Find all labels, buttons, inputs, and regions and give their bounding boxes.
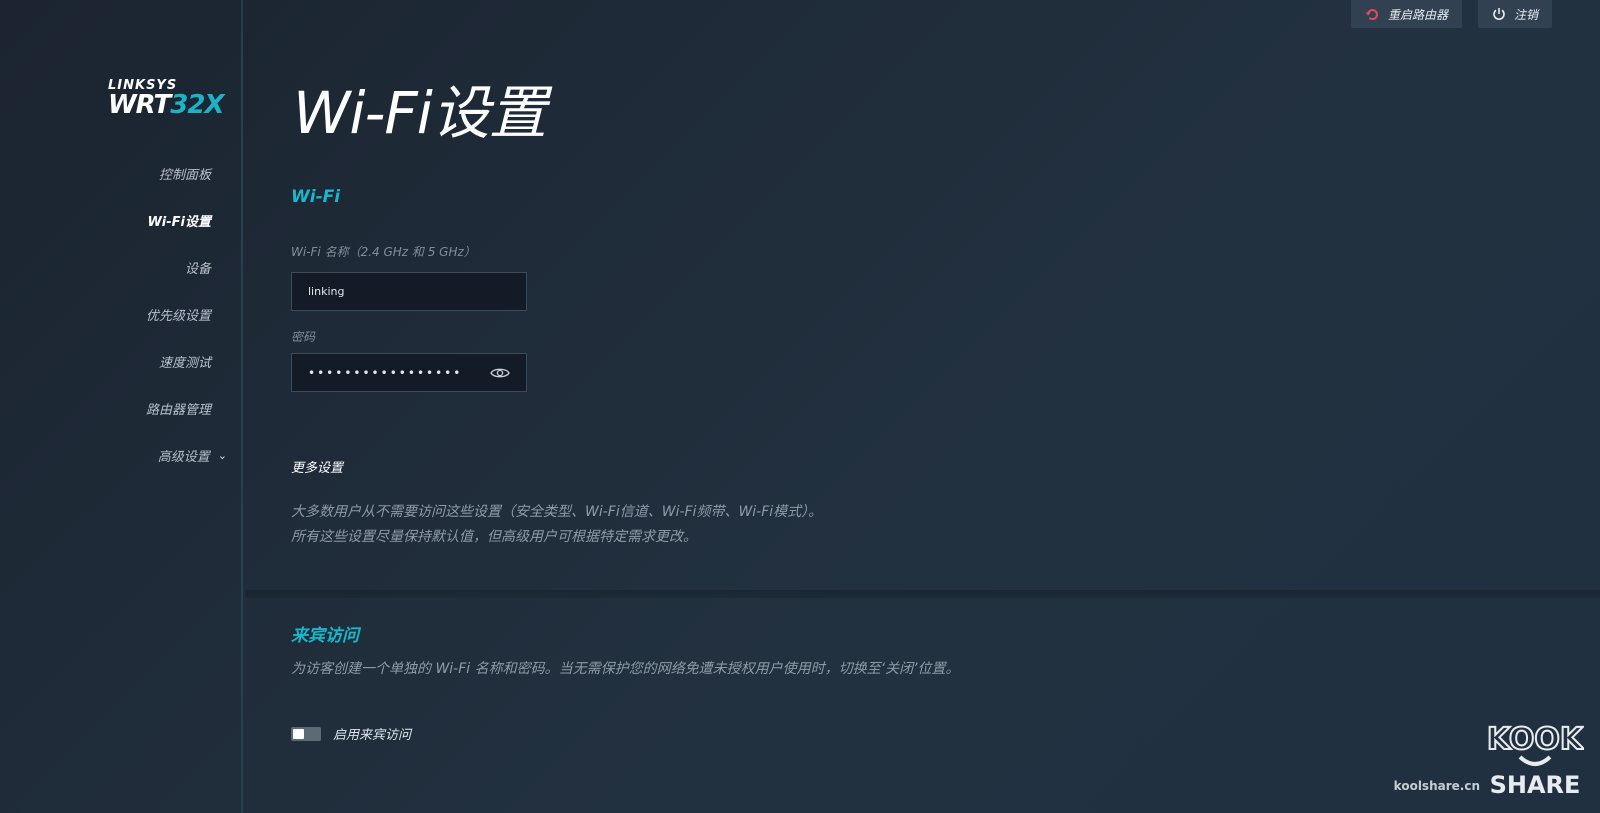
watermark-logo-bottom: SHARE [1490, 771, 1581, 799]
guest-access-title: 来宾访问 [291, 626, 359, 646]
sidebar-item-speed-test[interactable]: 速度测试 [11, 338, 211, 385]
chevron-down-icon: ⌄ [217, 449, 227, 462]
password-label: 密码 [291, 330, 316, 344]
password-field[interactable]: ••••••••••••••••• [291, 353, 527, 392]
guest-access-toggle-label: 启用来宾访问 [333, 728, 412, 743]
sidebar-item-router-admin[interactable]: 路由器管理 [11, 385, 211, 432]
sidebar-item-label: 速度测试 [158, 356, 211, 371]
guest-access-toggle-row: 启用来宾访问 [291, 724, 411, 743]
sidebar-item-devices[interactable]: 设备 [11, 244, 211, 291]
guest-access-description: 为访客创建一个单独的 Wi-Fi 名称和密码。当无需保护您的网络免遭未授权用户使… [291, 661, 960, 677]
top-actions: 重启路由器 注销 [1350, 0, 1552, 28]
wifi-name-label: Wi-Fi 名称（2.4 GHz 和 5 GHz） [291, 245, 476, 259]
eye-icon[interactable] [490, 366, 510, 380]
more-settings-desc-line1: 大多数用户从不需要访问这些设置（安全类型、Wi-Fi信道、Wi-Fi频带、Wi-… [291, 504, 823, 520]
sidebar-item-label: 优先级设置 [145, 309, 211, 324]
restart-router-button[interactable]: 重启路由器 [1350, 0, 1462, 28]
sidebar-item-priority[interactable]: 优先级设置 [11, 291, 211, 338]
more-settings-link[interactable]: 更多设置 [291, 457, 343, 476]
restart-router-label: 重启路由器 [1387, 7, 1448, 22]
sidebar-item-advanced[interactable]: 高级设置 ⌄ [11, 432, 227, 479]
restart-icon [1365, 8, 1380, 21]
sidebar-item-wifi-settings[interactable]: Wi-Fi设置 [11, 197, 211, 244]
linksys-logo: LINKSYS WRT32X [108, 78, 225, 120]
sidebar: LINKSYS WRT32X 控制面板 Wi-Fi设置 设备 优先级设置 速度测… [0, 0, 243, 813]
sidebar-item-label: 控制面板 [158, 168, 211, 183]
password-value: ••••••••••••••••• [308, 365, 463, 380]
sidebar-nav: 控制面板 Wi-Fi设置 设备 优先级设置 速度测试 路由器管理 高级设置 ⌄ [11, 150, 227, 479]
logo-model: WRT32X [108, 90, 225, 120]
router-settings-page: 重启路由器 注销 LINKSYS WRT32X 控制面板 Wi-Fi设置 设备 … [0, 0, 1600, 813]
sidebar-item-dashboard[interactable]: 控制面板 [11, 150, 211, 197]
more-settings-desc-line2: 所有这些设置尽量保持默认值，但高级用户可根据特定需求更改。 [291, 529, 697, 545]
page-title: Wi-Fi设置 [293, 79, 547, 147]
koolshare-logo-icon: KOOK SHARE [1486, 721, 1584, 799]
sidebar-item-label: 路由器管理 [145, 403, 211, 418]
sidebar-item-label: 设备 [184, 262, 211, 277]
logout-label: 注销 [1513, 7, 1538, 22]
sidebar-item-label: 高级设置 [157, 450, 210, 465]
wifi-section-title: Wi-Fi [291, 187, 341, 207]
wifi-name-value: linking [308, 285, 345, 298]
wifi-name-field[interactable]: linking [291, 272, 527, 311]
logo-model-prefix: WRT [108, 90, 171, 120]
koolshare-watermark: koolshare.cn KOOK SHARE [1394, 717, 1584, 799]
sidebar-item-label: Wi-Fi设置 [147, 215, 211, 230]
section-divider [245, 590, 1600, 598]
toggle-knob [293, 728, 304, 739]
logout-button[interactable]: 注销 [1477, 0, 1552, 28]
logo-model-suffix: 32X [170, 90, 224, 120]
watermark-site: koolshare.cn [1393, 779, 1480, 793]
more-settings-description: 大多数用户从不需要访问这些设置（安全类型、Wi-Fi信道、Wi-Fi频带、Wi-… [291, 500, 822, 550]
watermark-logo-top: KOOK [1487, 722, 1584, 757]
guest-access-toggle[interactable] [291, 726, 321, 741]
power-icon [1492, 7, 1506, 21]
